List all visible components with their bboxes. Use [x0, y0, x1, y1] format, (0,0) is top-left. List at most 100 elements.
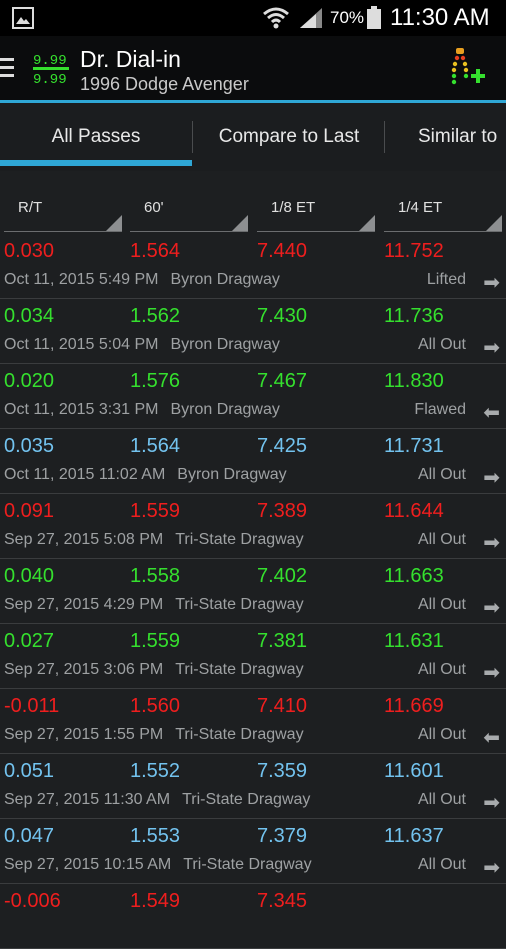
menu-icon[interactable] — [0, 58, 14, 82]
sixty-value: 1.564 — [130, 240, 181, 262]
pass-date: Sep 27, 2015 5:08 PM — [4, 531, 164, 548]
pass-meta: Oct 11, 2015 3:31 PM Byron Dragway — [4, 401, 280, 419]
column-headers: R/T 60' 1/8 ET 1/4 ET — [0, 171, 506, 233]
eighth-et-value: 7.440 — [257, 240, 308, 262]
pass-row[interactable]: -0.006 1.549 7.345 — [0, 884, 506, 949]
quarter-et-value: 11.752 — [384, 240, 444, 262]
pass-status: All Out — [417, 336, 466, 353]
battery-icon — [367, 6, 381, 29]
track-name: Byron Dragway — [170, 271, 280, 288]
sort-header-rt[interactable]: R/T — [4, 195, 122, 232]
pass-row[interactable]: 0.035 1.564 7.425 11.731 Oct 11, 2015 11… — [0, 429, 506, 494]
pass-row[interactable]: 0.051 1.552 7.359 11.601 Sep 27, 2015 11… — [0, 754, 506, 819]
pass-date: Sep 27, 2015 1:55 PM — [4, 726, 164, 743]
signal-icon — [300, 8, 322, 28]
image-notification-icon — [12, 7, 34, 29]
sixty-value: 1.558 — [130, 565, 181, 587]
header-label: R/T — [18, 199, 43, 216]
pass-status: Flawed — [414, 401, 466, 418]
track-name: Byron Dragway — [170, 401, 280, 418]
rt-value: 0.035 — [4, 435, 55, 457]
pass-date: Oct 11, 2015 11:02 AM — [4, 466, 166, 483]
tab-divider — [384, 121, 385, 153]
eighth-et-value: 7.430 — [257, 305, 308, 327]
direction-arrow-icon: ➡ — [483, 857, 500, 879]
eighth-et-value: 7.359 — [257, 760, 308, 782]
quarter-et-value: 11.669 — [384, 695, 444, 717]
eighth-et-value: 7.389 — [257, 500, 308, 522]
sixty-value: 1.553 — [130, 825, 181, 847]
pass-date: Sep 27, 2015 3:06 PM — [4, 661, 164, 678]
sixty-value: 1.564 — [130, 435, 181, 457]
quarter-et-value: 11.663 — [384, 565, 444, 587]
sixty-value: 1.559 — [130, 500, 181, 522]
track-name: Byron Dragway — [177, 466, 287, 483]
pass-row[interactable]: 0.027 1.559 7.381 11.631 Sep 27, 2015 3:… — [0, 624, 506, 689]
direction-arrow-icon: ⬅ — [483, 727, 500, 749]
sort-header-eighth[interactable]: 1/8 ET — [257, 195, 375, 232]
track-name: Tri-State Dragway — [183, 856, 312, 873]
pass-status: All Out — [417, 531, 466, 548]
pass-status: All Out — [417, 596, 466, 613]
pass-row[interactable]: 0.020 1.576 7.467 11.830 Oct 11, 2015 3:… — [0, 364, 506, 429]
direction-arrow-icon: ➡ — [483, 337, 500, 359]
eighth-et-value: 7.467 — [257, 370, 308, 392]
rt-value: 0.040 — [4, 565, 55, 587]
quarter-et-value: 11.644 — [384, 500, 444, 522]
sort-triangle-icon — [106, 215, 122, 231]
pass-date: Oct 11, 2015 5:49 PM — [4, 271, 159, 288]
pass-row[interactable]: 0.034 1.562 7.430 11.736 Oct 11, 2015 5:… — [0, 299, 506, 364]
direction-arrow-icon: ➡ — [483, 467, 500, 489]
quarter-et-value: 11.731 — [384, 435, 444, 457]
tab-divider — [192, 121, 193, 153]
quarter-et-value: 11.830 — [384, 370, 444, 392]
eighth-et-value: 7.425 — [257, 435, 308, 457]
pass-meta: Oct 11, 2015 5:49 PM Byron Dragway — [4, 271, 280, 289]
wifi-icon — [263, 7, 289, 29]
sort-triangle-icon — [232, 215, 248, 231]
pass-meta: Sep 27, 2015 10:15 AM Tri-State Dragway — [4, 856, 312, 874]
direction-arrow-icon: ⬅ — [483, 402, 500, 424]
header-label: 60' — [144, 199, 164, 216]
rt-value: -0.011 — [4, 695, 60, 717]
pass-row[interactable]: 0.040 1.558 7.402 11.663 Sep 27, 2015 4:… — [0, 559, 506, 624]
header-label: 1/8 ET — [271, 199, 316, 216]
add-pass-icon[interactable] — [446, 46, 486, 90]
pass-row[interactable]: 0.091 1.559 7.389 11.644 Sep 27, 2015 5:… — [0, 494, 506, 559]
pass-meta: Oct 11, 2015 5:04 PM Byron Dragway — [4, 336, 280, 354]
eighth-et-value: 7.379 — [257, 825, 308, 847]
pass-status: All Out — [417, 726, 466, 743]
pass-meta — [4, 921, 16, 939]
eighth-et-value: 7.345 — [257, 890, 308, 912]
clock: 11:30 AM — [390, 4, 490, 31]
rt-value: 0.051 — [4, 760, 55, 782]
track-name: Tri-State Dragway — [182, 791, 311, 808]
sort-header-quarter[interactable]: 1/4 ET — [384, 195, 502, 232]
pass-row[interactable]: -0.011 1.560 7.410 11.669 Sep 27, 2015 1… — [0, 689, 506, 754]
tab-similar-to[interactable]: Similar to — [390, 103, 506, 171]
app-logo: 9.99 9.99 — [33, 53, 69, 87]
pass-meta: Sep 27, 2015 11:30 AM Tri-State Dragway — [4, 791, 310, 809]
action-bar: 9.99 9.99 Dr. Dial-in 1996 Dodge Avenger — [0, 36, 506, 102]
rt-value: 0.030 — [4, 240, 55, 262]
rt-value: 0.047 — [4, 825, 55, 847]
sort-header-sixty[interactable]: 60' — [130, 195, 248, 232]
tab-compare-to-last[interactable]: Compare to Last — [196, 103, 382, 171]
track-name: Tri-State Dragway — [175, 661, 304, 678]
direction-arrow-icon: ➡ — [483, 792, 500, 814]
pass-row[interactable]: 0.047 1.553 7.379 11.637 Sep 27, 2015 10… — [0, 819, 506, 884]
rt-value: 0.034 — [4, 305, 55, 327]
app-title: Dr. Dial-in — [80, 46, 181, 72]
direction-arrow-icon: ➡ — [483, 532, 500, 554]
sixty-value: 1.559 — [130, 630, 181, 652]
rt-value: 0.091 — [4, 500, 55, 522]
sort-triangle-icon — [486, 215, 502, 231]
pass-date: Oct 11, 2015 3:31 PM — [4, 401, 159, 418]
pass-date: Sep 27, 2015 4:29 PM — [4, 596, 164, 613]
sixty-value: 1.560 — [130, 695, 181, 717]
pass-row[interactable]: 0.030 1.564 7.440 11.752 Oct 11, 2015 5:… — [0, 234, 506, 299]
track-name: Tri-State Dragway — [175, 596, 304, 613]
pass-meta: Sep 27, 2015 5:08 PM Tri-State Dragway — [4, 531, 304, 549]
pass-date: Sep 27, 2015 11:30 AM — [4, 791, 171, 808]
pass-meta: Sep 27, 2015 1:55 PM Tri-State Dragway — [4, 726, 304, 744]
